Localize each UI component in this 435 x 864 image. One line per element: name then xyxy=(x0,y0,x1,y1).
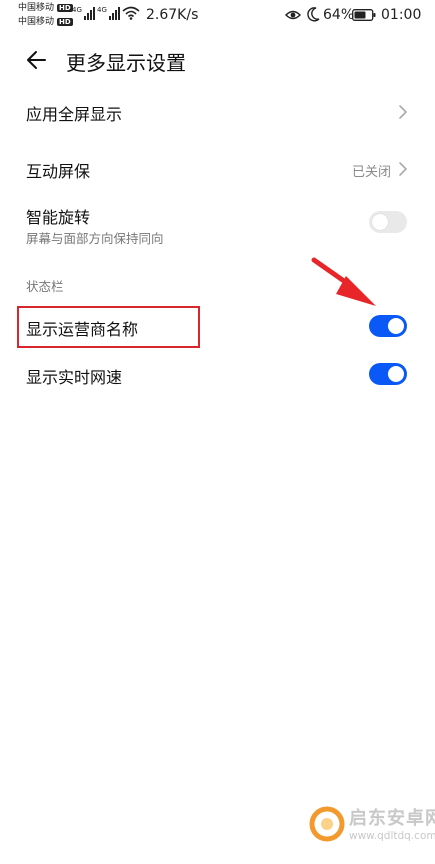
page-title: 更多显示设置 xyxy=(66,51,186,75)
battery-icon xyxy=(352,9,376,21)
status-bar: 中国移动 HD 中国移动 HD 4G 4G 2.67K/s 64% 01:00 xyxy=(0,0,435,32)
carrier-2: 中国移动 HD xyxy=(18,17,73,27)
net-speed: 2.67K/s xyxy=(146,7,199,23)
hd-icon: HD xyxy=(57,18,73,26)
signal-tag: 4G xyxy=(97,6,107,14)
setting-sublabel: 屏幕与面部方向保持同向 xyxy=(26,231,164,246)
setting-value: 已关闭 xyxy=(351,165,391,180)
wifi-icon xyxy=(122,6,140,20)
moon-icon xyxy=(307,7,320,22)
carrier-1: 中国移动 HD xyxy=(18,3,73,13)
carrier-1-name: 中国移动 xyxy=(18,3,55,13)
signal-icon: 4G xyxy=(72,6,95,20)
clock: 01:00 xyxy=(381,7,422,23)
hd-icon: HD xyxy=(57,4,73,12)
setting-label: 显示实时网速 xyxy=(26,368,123,387)
highlight-box xyxy=(17,306,200,348)
chevron-right-icon xyxy=(399,162,407,176)
section-label-status-bar: 状态栏 xyxy=(26,279,64,294)
smart-rotation-toggle[interactable] xyxy=(369,211,407,233)
carrier-2-name: 中国移动 xyxy=(18,17,55,27)
setting-fullscreen[interactable]: 应用全屏显示 xyxy=(0,88,435,136)
show-carrier-toggle[interactable] xyxy=(369,315,407,337)
watermark: 启东安卓网 www.qdltdq.com xyxy=(305,798,435,862)
setting-screensaver[interactable]: 互动屏保 已关闭 xyxy=(0,145,435,193)
red-arrow-icon xyxy=(311,257,376,306)
arrow-left-icon[interactable] xyxy=(25,48,49,72)
watermark-logo-icon xyxy=(309,806,345,842)
battery-percent: 64% xyxy=(323,7,355,23)
setting-show-net-speed: 显示实时网速 xyxy=(0,352,435,398)
show-net-speed-toggle[interactable] xyxy=(369,363,407,385)
signal-icon: 4G xyxy=(97,6,120,20)
header: 更多显示设置 xyxy=(0,40,435,80)
eye-comfort-icon xyxy=(285,10,301,20)
signal-tag: 4G xyxy=(72,6,82,14)
setting-label: 应用全屏显示 xyxy=(26,105,123,124)
watermark-url: www.qdltdq.com xyxy=(349,830,435,842)
watermark-name: 启东安卓网 xyxy=(349,808,435,829)
chevron-right-icon xyxy=(399,105,407,119)
setting-label: 智能旋转 xyxy=(26,208,91,227)
setting-label: 互动屏保 xyxy=(26,162,91,181)
setting-smart-rotation: 智能旋转 屏幕与面部方向保持同向 xyxy=(0,196,435,252)
